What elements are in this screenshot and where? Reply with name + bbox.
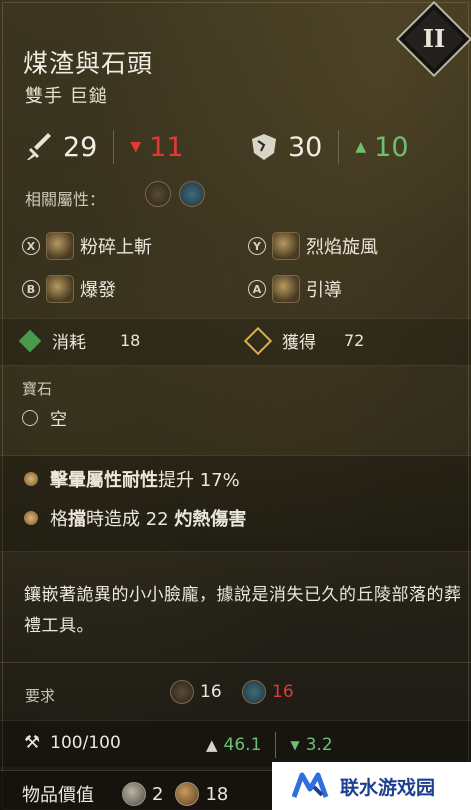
skill-b: B 爆發 [22, 275, 116, 303]
weight-divider [275, 732, 277, 758]
separator [0, 662, 471, 663]
hammer-icon: ⚒ [24, 732, 41, 753]
attributes-label: 相關屬性： [25, 190, 106, 209]
focus-cost-label: 消耗 [52, 333, 86, 353]
item-type: 雙手 巨鎚 [25, 86, 108, 107]
weight-diff: 3.2 [305, 735, 333, 755]
a-button-icon: A [248, 280, 266, 298]
poise-stat: 30 ▲ 10 [248, 130, 409, 164]
perk-icon [24, 472, 38, 486]
intelligence-icon [179, 181, 205, 207]
durability: ⚒ 100/100 [24, 732, 121, 753]
skill-x-label: 粉碎上斬 [80, 237, 152, 258]
perk-2-bold2: 灼熱傷害 [174, 509, 247, 530]
crush-upslash-icon [46, 232, 74, 260]
skill-a-label: 引導 [306, 280, 342, 301]
item-value: 物品價值 2 18 [22, 781, 228, 807]
perk-2-text: 格擋時造成 22 灼熱傷害 [50, 505, 246, 531]
item-description: 鑲嵌著詭異的小小臉龐，據說是消失已久的丘陵部落的葬禮工具。 [24, 585, 462, 636]
focus-gain: 獲得 72 [243, 326, 365, 355]
damage-divider [113, 130, 115, 164]
gem-label: 寶石 [22, 380, 53, 398]
focus-cost-icon [18, 329, 42, 352]
skill-x: X 粉碎上斬 [22, 232, 152, 260]
coin-2-value: 18 [205, 783, 229, 805]
poise-diff: 10 [374, 131, 409, 163]
silver-coin-icon [122, 782, 146, 806]
attribute-icons [145, 181, 205, 207]
site-watermark: 联水游戏园 [272, 762, 471, 810]
damage-stat: 29 ▼ 11 [25, 130, 184, 164]
value-label: 物品價值 [22, 785, 94, 806]
coin-1-value: 2 [152, 783, 164, 805]
down-arrow-icon: ▼ [290, 738, 300, 752]
gem-slot[interactable]: 空 [22, 405, 67, 430]
req-strength-value: 16 [200, 682, 222, 702]
weight-value: 46.1 [223, 735, 262, 755]
empty-socket-icon [22, 409, 38, 426]
x-button-icon: X [22, 237, 40, 255]
perk-1: 擊暈屬性耐性提升 17% [24, 466, 240, 492]
watermark-text: 联水游戏园 [340, 776, 436, 799]
focus-cost-value: 18 [120, 331, 141, 350]
strength-icon [145, 181, 171, 207]
focus-cost: 消耗 18 [18, 328, 141, 353]
weight-icon: ▲ [206, 736, 218, 754]
skill-y: Y 烈焰旋風 [248, 232, 378, 260]
up-arrow-icon: ▲ [355, 139, 367, 155]
y-button-icon: Y [248, 237, 266, 255]
burst-icon [46, 275, 74, 303]
poise-divider [338, 130, 340, 164]
perk-2: 格擋時造成 22 灼熱傷害 [24, 505, 246, 531]
focus-gain-value: 72 [344, 331, 365, 350]
perk-icon [24, 511, 38, 525]
item-name: 煤渣與石頭 [23, 49, 154, 78]
perk-1-text: 擊暈屬性耐性提升 17% [50, 466, 240, 492]
watermark-logo-icon [292, 772, 329, 798]
intelligence-icon [242, 680, 266, 704]
perk-1-post: 提升 17% [158, 470, 240, 491]
skill-b-label: 爆發 [80, 280, 116, 301]
shield-shard-icon [252, 134, 276, 160]
req-intelligence-value: 16 [272, 682, 294, 702]
strength-icon [170, 680, 194, 704]
damage-diff: 11 [149, 131, 184, 163]
tier-text: II [422, 24, 446, 53]
perk-2-bold: 擋 [68, 509, 86, 530]
flame-whirl-icon [272, 232, 300, 260]
perk-1-bold: 擊暈屬性耐性 [50, 470, 158, 491]
requirements-label: 要求 [25, 687, 56, 705]
b-button-icon: B [22, 280, 40, 298]
sword-icon [27, 133, 51, 160]
skill-y-label: 烈焰旋風 [306, 237, 378, 258]
item-tooltip: 煤渣與石頭 雙手 巨鎚 II 29 ▼ 11 30 ▲ 10 相關屬性： X 粉… [0, 0, 471, 810]
gem-slot-label: 空 [50, 410, 67, 430]
tooltip-frame [2, 2, 469, 810]
focus-gain-icon [243, 326, 273, 355]
req-intelligence: 16 [242, 680, 294, 704]
req-strength: 16 [170, 680, 222, 704]
down-arrow-icon: ▼ [130, 139, 142, 155]
poise-value: 30 [288, 131, 323, 163]
copper-coin-icon [175, 782, 200, 806]
weight: ▲ 46.1 ▼ 3.2 [206, 732, 333, 758]
perk-2-post: 時造成 22 [86, 509, 175, 530]
perk-2-pre: 格 [50, 509, 68, 530]
damage-value: 29 [63, 131, 98, 163]
skill-a: A 引導 [248, 275, 342, 303]
durability-value: 100/100 [50, 732, 121, 753]
channel-icon [272, 275, 300, 303]
focus-gain-label: 獲得 [282, 333, 316, 353]
